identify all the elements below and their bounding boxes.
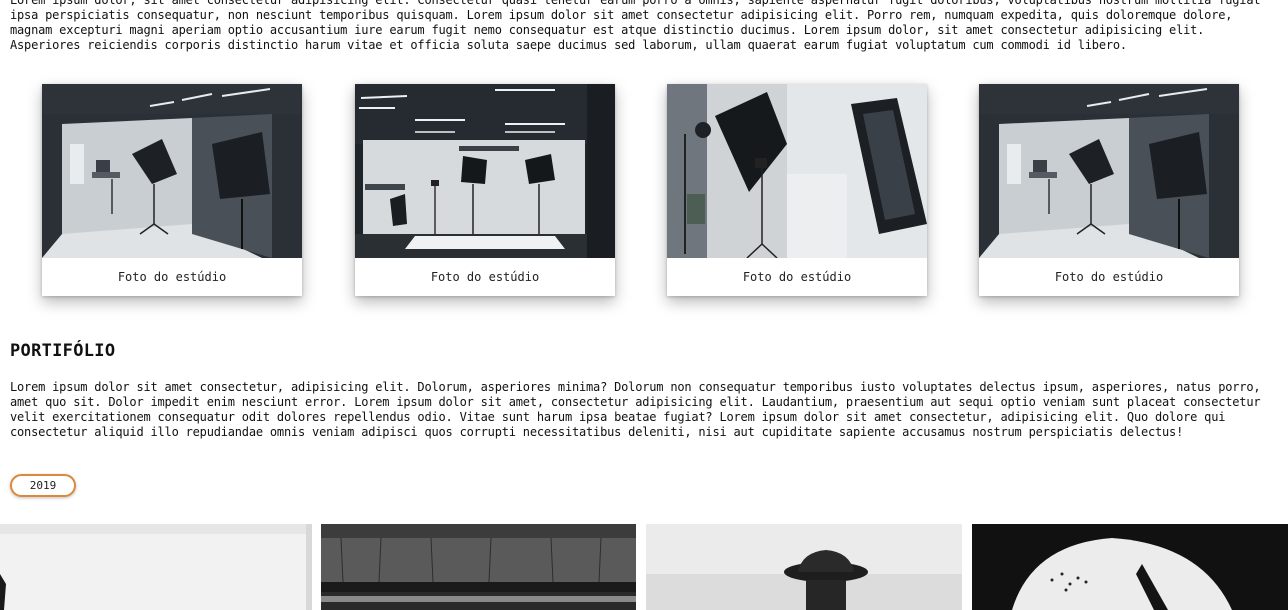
studio-photo-caption: Foto do estúdio [117,270,227,284]
studio-photo-card[interactable]: Foto do estúdio [667,84,927,296]
studio-photo-caption: Foto do estúdio [742,270,852,284]
portfolio-photo[interactable] [972,524,1288,610]
studio-photo-card[interactable]: Foto do estúdio [979,84,1239,296]
portfolio-grid [0,524,1288,610]
portfolio-photo[interactable] [321,524,636,610]
studio-photo-caption: Foto do estúdio [1054,270,1164,284]
year-filter-button[interactable]: 2019 [10,474,76,497]
studio-photo-image [355,84,615,258]
studio-photo-image [667,84,927,258]
intro-paragraph: Lorem ipsum dolor, sit amet consectetur … [10,0,1261,52]
studio-photo-card[interactable]: Foto do estúdio [42,84,302,296]
portfolio-paragraph: Lorem ipsum dolor sit amet consectetur, … [10,380,1261,439]
studio-photo-caption: Foto do estúdio [430,270,540,284]
studio-gallery: Foto do estúdio Foto do estúdio Foto do … [0,84,1288,296]
portfolio-title: PORTIFÓLIO [10,341,116,361]
studio-photo-card[interactable]: Foto do estúdio [355,84,615,296]
portfolio-photo[interactable] [0,524,312,610]
studio-photo-image [42,84,302,258]
portfolio-photo[interactable] [646,524,962,610]
studio-photo-image [979,84,1239,258]
